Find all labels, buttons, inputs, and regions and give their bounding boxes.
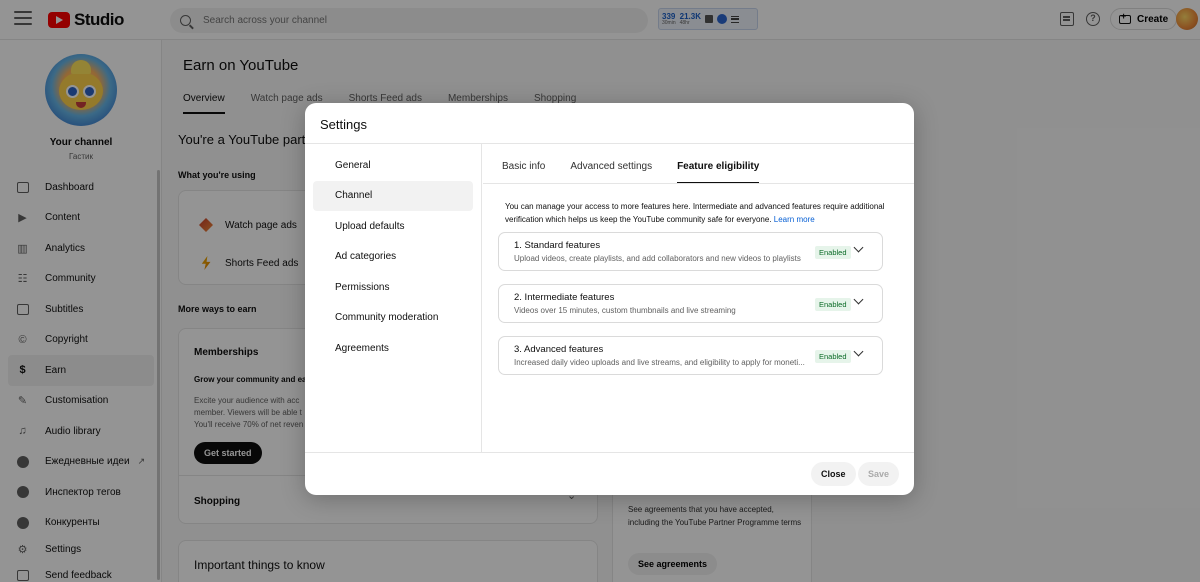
close-button[interactable]: Close: [811, 462, 856, 486]
chevron-down-icon[interactable]: [853, 346, 864, 357]
settings-tabs: Basic info Advanced settings Feature eli…: [502, 161, 760, 184]
feature-intro: You can manage your access to more featu…: [505, 201, 885, 226]
settings-nav: General Channel Upload defaults Ad categ…: [305, 144, 482, 452]
feature-description: Videos over 15 minutes, custom thumbnail…: [514, 306, 736, 315]
feature-title: 3. Advanced features: [514, 344, 604, 355]
tab-feature-eligibility[interactable]: Feature eligibility: [677, 161, 760, 184]
divider: [483, 183, 914, 184]
settings-nav-permissions[interactable]: Permissions: [313, 272, 473, 303]
divider: [305, 452, 914, 453]
status-badge: Enabled: [815, 298, 851, 311]
save-button[interactable]: Save: [858, 462, 900, 486]
feature-intro-text: You can manage your access to more featu…: [505, 202, 885, 224]
modal-title: Settings: [320, 117, 367, 132]
tab-basic-info[interactable]: Basic info: [502, 161, 545, 184]
chevron-down-icon[interactable]: [853, 242, 864, 253]
tab-advanced-settings[interactable]: Advanced settings: [570, 161, 652, 184]
settings-nav-community-moderation[interactable]: Community moderation: [313, 303, 473, 334]
feature-intermediate[interactable]: 2. Intermediate features Videos over 15 …: [498, 284, 883, 323]
feature-advanced[interactable]: 3. Advanced features Increased daily vid…: [498, 336, 883, 375]
settings-nav-channel[interactable]: Channel: [313, 180, 473, 211]
feature-title: 2. Intermediate features: [514, 292, 615, 303]
settings-nav-upload-defaults[interactable]: Upload defaults: [313, 211, 473, 242]
settings-nav-general[interactable]: General: [313, 150, 473, 181]
feature-standard[interactable]: 1. Standard features Upload videos, crea…: [498, 232, 883, 271]
status-badge: Enabled: [815, 246, 851, 259]
learn-more-link[interactable]: Learn more: [774, 215, 815, 224]
status-badge: Enabled: [815, 350, 851, 363]
settings-modal: Settings General Channel Upload defaults…: [305, 103, 914, 495]
feature-description: Increased daily video uploads and live s…: [514, 358, 805, 367]
settings-nav-agreements[interactable]: Agreements: [313, 333, 473, 364]
feature-title: 1. Standard features: [514, 240, 601, 251]
feature-description: Upload videos, create playlists, and add…: [514, 254, 801, 263]
chevron-down-icon[interactable]: [853, 294, 864, 305]
settings-nav-ad-categories[interactable]: Ad categories: [313, 242, 473, 273]
